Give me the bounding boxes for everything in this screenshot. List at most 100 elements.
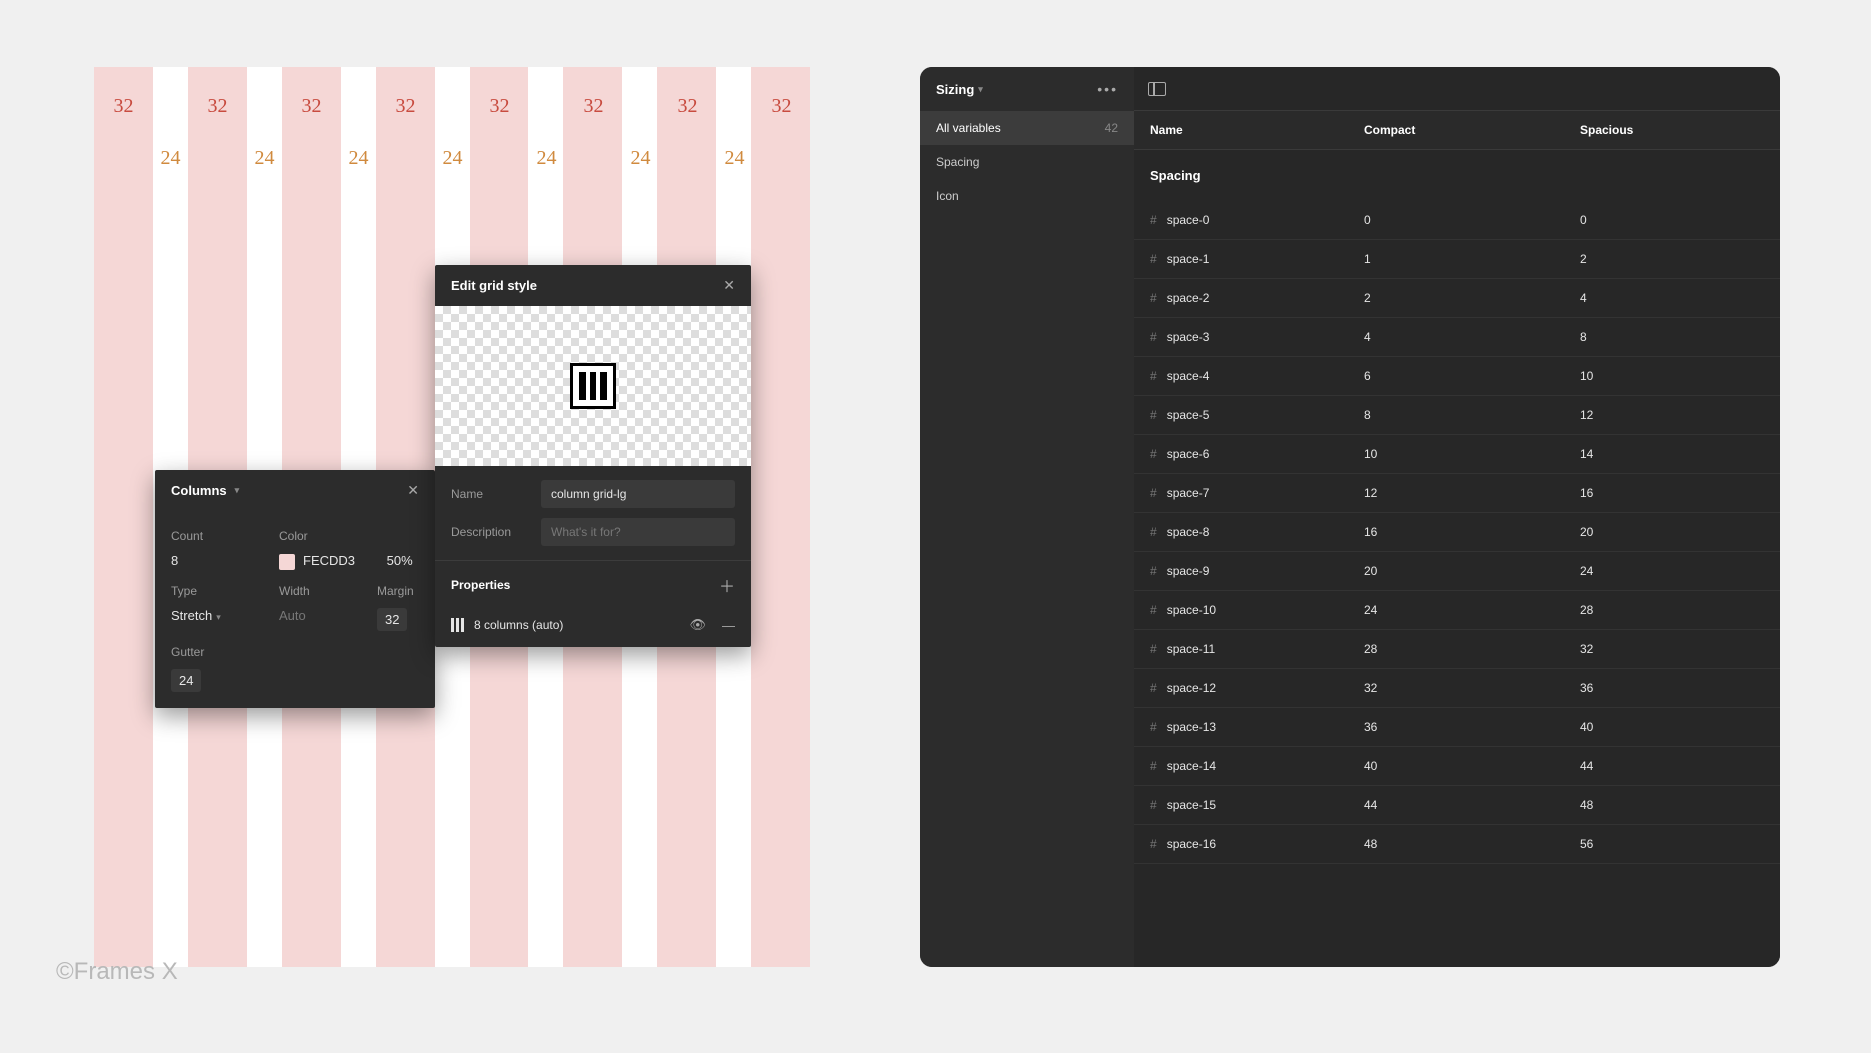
variable-compact-value[interactable]: 4 — [1348, 318, 1564, 356]
gutter-width-label: 24 — [717, 147, 752, 170]
variable-spacious-value[interactable]: 10 — [1564, 357, 1780, 395]
sidebar-group-spacing[interactable]: Spacing — [920, 145, 1134, 179]
gutter-width-label: 24 — [341, 147, 376, 170]
column-width-label: 32 — [564, 95, 623, 118]
columns-preview-icon — [570, 363, 616, 409]
properties-title: Properties — [451, 578, 510, 592]
variable-name-cell: #space-8 — [1134, 513, 1348, 551]
number-type-icon: # — [1150, 798, 1157, 812]
color-swatch — [279, 554, 295, 570]
variable-spacious-value[interactable]: 28 — [1564, 591, 1780, 629]
variable-compact-value[interactable]: 40 — [1348, 747, 1564, 785]
add-property-button[interactable]: ＋ — [719, 573, 735, 597]
number-type-icon: # — [1150, 369, 1157, 383]
description-label: Description — [451, 525, 541, 539]
variable-compact-value[interactable]: 12 — [1348, 474, 1564, 512]
variable-row[interactable]: #space-81620 — [1134, 513, 1780, 552]
variable-spacious-value[interactable]: 56 — [1564, 825, 1780, 863]
variable-compact-value[interactable]: 24 — [1348, 591, 1564, 629]
number-type-icon: # — [1150, 681, 1157, 695]
number-type-icon: # — [1150, 330, 1157, 344]
variable-compact-value[interactable]: 1 — [1348, 240, 1564, 278]
number-type-icon: # — [1150, 603, 1157, 617]
variable-name-cell: #space-7 — [1134, 474, 1348, 512]
column-width-label: 32 — [752, 95, 811, 118]
collection-selector[interactable]: Sizing▾ — [936, 82, 983, 97]
column-width-label: 32 — [658, 95, 717, 118]
count-value[interactable]: 8 — [171, 553, 251, 568]
variable-spacious-value[interactable]: 44 — [1564, 747, 1780, 785]
watermark: ©Frames X — [56, 958, 178, 986]
variable-compact-value[interactable]: 48 — [1348, 825, 1564, 863]
variable-row[interactable]: #space-133640 — [1134, 708, 1780, 747]
number-type-icon: # — [1150, 525, 1157, 539]
more-options-button[interactable]: ••• — [1097, 81, 1118, 97]
variable-row[interactable]: #space-71216 — [1134, 474, 1780, 513]
variable-spacious-value[interactable]: 48 — [1564, 786, 1780, 824]
variable-row[interactable]: #space-112832 — [1134, 630, 1780, 669]
variable-row[interactable]: #space-102428 — [1134, 591, 1780, 630]
variable-row[interactable]: #space-144044 — [1134, 747, 1780, 786]
columns-panel-title[interactable]: Columns▾ — [171, 483, 239, 498]
property-row[interactable]: 8 columns (auto) 👁 — — [435, 609, 751, 647]
margin-value[interactable]: 32 — [377, 608, 407, 631]
variable-row[interactable]: #space-000 — [1134, 201, 1780, 240]
variable-spacious-value[interactable]: 4 — [1564, 279, 1780, 317]
variable-compact-value[interactable]: 32 — [1348, 669, 1564, 707]
variable-row[interactable]: #space-164856 — [1134, 825, 1780, 864]
variable-row[interactable]: #space-61014 — [1134, 435, 1780, 474]
variable-compact-value[interactable]: 20 — [1348, 552, 1564, 590]
chevron-down-icon: ▾ — [235, 485, 240, 496]
variable-spacious-value[interactable]: 12 — [1564, 396, 1780, 434]
variable-spacious-value[interactable]: 40 — [1564, 708, 1780, 746]
header-name: Name — [1134, 111, 1348, 149]
header-spacious[interactable]: Spacious — [1564, 111, 1780, 149]
variable-compact-value[interactable]: 8 — [1348, 396, 1564, 434]
type-value[interactable]: Stretch▾ — [171, 608, 251, 623]
sidebar-group-icon[interactable]: Icon — [920, 179, 1134, 213]
variable-spacious-value[interactable]: 32 — [1564, 630, 1780, 668]
sidebar-all-variables[interactable]: All variables 42 — [920, 111, 1134, 145]
variable-compact-value[interactable]: 44 — [1348, 786, 1564, 824]
variable-name-cell: #space-15 — [1134, 786, 1348, 824]
variable-compact-value[interactable]: 36 — [1348, 708, 1564, 746]
variable-name-cell: #space-13 — [1134, 708, 1348, 746]
variable-compact-value[interactable]: 2 — [1348, 279, 1564, 317]
remove-property-button[interactable]: — — [722, 618, 735, 633]
variable-compact-value[interactable]: 16 — [1348, 513, 1564, 551]
variable-spacious-value[interactable]: 14 — [1564, 435, 1780, 473]
variable-spacious-value[interactable]: 24 — [1564, 552, 1780, 590]
chevron-down-icon: ▾ — [216, 612, 221, 622]
description-input[interactable] — [541, 518, 735, 546]
color-value[interactable]: FECDD3 50% — [279, 553, 413, 570]
variable-row[interactable]: #space-4610 — [1134, 357, 1780, 396]
visibility-icon[interactable]: 👁 — [689, 617, 706, 633]
sidebar-toggle-icon[interactable] — [1148, 82, 1166, 96]
variable-spacious-value[interactable]: 36 — [1564, 669, 1780, 707]
close-icon[interactable]: ✕ — [723, 277, 735, 294]
variable-row[interactable]: #space-112 — [1134, 240, 1780, 279]
variable-row[interactable]: #space-154448 — [1134, 786, 1780, 825]
variable-spacious-value[interactable]: 2 — [1564, 240, 1780, 278]
header-compact[interactable]: Compact — [1348, 111, 1564, 149]
variable-spacious-value[interactable]: 8 — [1564, 318, 1780, 356]
variable-compact-value[interactable]: 28 — [1348, 630, 1564, 668]
variable-name-cell: #space-5 — [1134, 396, 1348, 434]
variable-row[interactable]: #space-348 — [1134, 318, 1780, 357]
close-icon[interactable]: ✕ — [407, 482, 419, 499]
variable-spacious-value[interactable]: 20 — [1564, 513, 1780, 551]
variable-name-cell: #space-2 — [1134, 279, 1348, 317]
variable-compact-value[interactable]: 6 — [1348, 357, 1564, 395]
columns-panel: Columns▾ ✕ Count 8 Color FECDD3 50% Type… — [155, 470, 435, 708]
variable-compact-value[interactable]: 10 — [1348, 435, 1564, 473]
variable-spacious-value[interactable]: 16 — [1564, 474, 1780, 512]
gutter-value[interactable]: 24 — [171, 669, 201, 692]
variable-row[interactable]: #space-92024 — [1134, 552, 1780, 591]
variable-spacious-value[interactable]: 0 — [1564, 201, 1780, 239]
variable-compact-value[interactable]: 0 — [1348, 201, 1564, 239]
column-width-label: 32 — [188, 95, 247, 118]
variable-row[interactable]: #space-224 — [1134, 279, 1780, 318]
name-input[interactable] — [541, 480, 735, 508]
variable-row[interactable]: #space-5812 — [1134, 396, 1780, 435]
variable-row[interactable]: #space-123236 — [1134, 669, 1780, 708]
